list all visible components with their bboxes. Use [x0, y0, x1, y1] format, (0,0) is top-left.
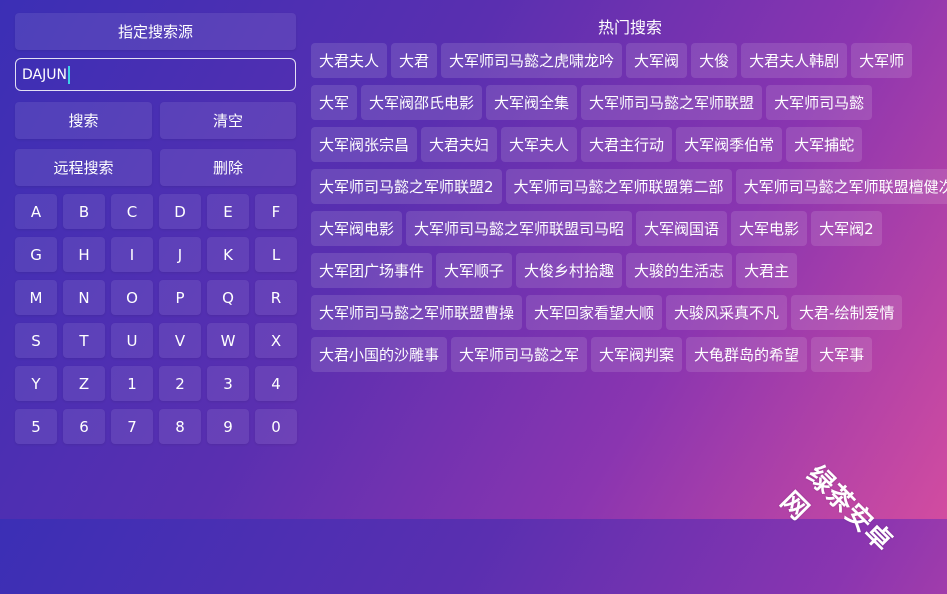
watermark: 绿茶安卓网 [774, 460, 899, 558]
hot-search-chip[interactable]: 大军阀张宗昌 [311, 127, 418, 162]
hot-search-chip[interactable]: 大军阀 [626, 43, 688, 78]
hot-search-chip[interactable]: 大俊乡村拾趣 [516, 253, 623, 288]
key-2[interactable]: 2 [159, 366, 201, 401]
hot-search-chip[interactable]: 大君夫人 [311, 43, 388, 78]
hot-search-chip[interactable]: 大军阀全集 [486, 85, 578, 120]
hot-search-chip[interactable]: 大军阀邵氏电影 [361, 85, 483, 120]
hot-search-chip[interactable]: 大骏风采真不凡 [666, 295, 788, 330]
key-z[interactable]: Z [63, 366, 105, 401]
key-h[interactable]: H [63, 237, 105, 272]
key-s[interactable]: S [15, 323, 57, 358]
hot-search-chip[interactable]: 大军夫人 [501, 127, 578, 162]
hot-search-row: 大军团广场事件 大军顺子 大俊乡村拾趣 大骏的生活志 大君主 [311, 253, 947, 288]
hot-search-chip[interactable]: 大军事 [811, 337, 873, 372]
key-p[interactable]: P [159, 280, 201, 315]
key-w[interactable]: W [207, 323, 249, 358]
key-m[interactable]: M [15, 280, 57, 315]
hot-search-chip[interactable]: 大军电影 [731, 211, 808, 246]
key-9[interactable]: 9 [207, 409, 249, 444]
hot-search-chip[interactable]: 大君主行动 [581, 127, 673, 162]
hot-search-row: 大军阀电影 大军师司马懿之军师联盟司马昭 大军阀国语 大军电影 大军阀2 [311, 211, 947, 246]
hot-search-chip[interactable]: 大军师司马懿之军师联盟第二部 [505, 169, 732, 204]
hot-search-chip[interactable]: 大军阀季伯常 [676, 127, 783, 162]
key-c[interactable]: C [111, 194, 153, 229]
hot-search-chip[interactable]: 大军 [311, 85, 358, 120]
hot-search-chip[interactable]: 大君-绘制爱情 [791, 295, 903, 330]
key-7[interactable]: 7 [111, 409, 153, 444]
key-d[interactable]: D [159, 194, 201, 229]
hot-search-row: 大军师司马懿之军师联盟曹操 大军回家看望大顺 大骏风采真不凡 大君-绘制爱情 [311, 295, 947, 330]
key-6[interactable]: 6 [63, 409, 105, 444]
key-i[interactable]: I [111, 237, 153, 272]
hot-search-chip[interactable]: 大君夫人韩剧 [741, 43, 848, 78]
hot-search-list: 大君夫人 大君 大军师司马懿之虎啸龙吟 大军阀 大俊 大君夫人韩剧 大军师 大军 大军阀邵氏电影… [311, 43, 947, 379]
hot-search-chip[interactable]: 大军阀电影 [311, 211, 403, 246]
hot-search-chip[interactable]: 大军师司马懿之军 [451, 337, 588, 372]
hot-search-chip[interactable]: 大君小国的沙雕事 [311, 337, 448, 372]
search-button[interactable]: 搜索 [15, 102, 152, 139]
hot-search-row: 大君小国的沙雕事 大军师司马懿之军 大军阀判案 大龟群岛的希望 大军事 [311, 337, 947, 372]
key-q[interactable]: Q [207, 280, 249, 315]
key-e[interactable]: E [207, 194, 249, 229]
key-3[interactable]: 3 [207, 366, 249, 401]
hot-search-chip[interactable]: 大军捕蛇 [786, 127, 863, 162]
hot-search-chip[interactable]: 大骏的生活志 [626, 253, 733, 288]
hot-search-chip[interactable]: 大君 [391, 43, 438, 78]
clear-button[interactable]: 清空 [160, 102, 296, 139]
hot-search-chip[interactable]: 大军师司马懿之军师联盟司马昭 [406, 211, 633, 246]
hot-search-chip[interactable]: 大君夫妇 [421, 127, 498, 162]
hot-search-row: 大军师司马懿之军师联盟2 大军师司马懿之军师联盟第二部 大军师司马懿之军师联盟檀健次 [311, 169, 947, 204]
key-o[interactable]: O [111, 280, 153, 315]
key-r[interactable]: R [255, 280, 297, 315]
hot-search-chip[interactable]: 大军师司马懿 [766, 85, 873, 120]
hot-search-chip[interactable]: 大君主 [736, 253, 798, 288]
key-j[interactable]: J [159, 237, 201, 272]
key-1[interactable]: 1 [111, 366, 153, 401]
search-input-value: DAJUN [22, 66, 67, 83]
text-caret [67, 65, 70, 84]
hot-search-row: 大君夫人 大君 大军师司马懿之虎啸龙吟 大军阀 大俊 大君夫人韩剧 大军师 [311, 43, 947, 78]
hot-search-chip[interactable]: 大军阀国语 [636, 211, 728, 246]
hot-search-chip[interactable]: 大军师司马懿之军师联盟 [581, 85, 763, 120]
key-4[interactable]: 4 [255, 366, 297, 401]
hot-search-chip[interactable]: 大军回家看望大顺 [526, 295, 663, 330]
remote-search-button[interactable]: 远程搜索 [15, 149, 152, 186]
key-k[interactable]: K [207, 237, 249, 272]
search-source-button[interactable]: 指定搜索源 [15, 13, 296, 50]
key-f[interactable]: F [255, 194, 297, 229]
key-a[interactable]: A [15, 194, 57, 229]
hot-search-row: 大军阀张宗昌 大君夫妇 大军夫人 大君主行动 大军阀季伯常 大军捕蛇 [311, 127, 947, 162]
key-n[interactable]: N [63, 280, 105, 315]
key-t[interactable]: T [63, 323, 105, 358]
key-b[interactable]: B [63, 194, 105, 229]
key-x[interactable]: X [255, 323, 297, 358]
key-0[interactable]: 0 [255, 409, 297, 444]
delete-button[interactable]: 删除 [160, 149, 296, 186]
hot-search-chip[interactable]: 大军师司马懿之军师联盟檀健次 [735, 169, 947, 204]
key-5[interactable]: 5 [15, 409, 57, 444]
hot-search-chip[interactable]: 大军师司马懿之军师联盟曹操 [311, 295, 523, 330]
hot-search-chip[interactable]: 大龟群岛的希望 [686, 337, 808, 372]
key-8[interactable]: 8 [159, 409, 201, 444]
hot-search-title: 热门搜索 [597, 18, 662, 37]
hot-search-chip[interactable]: 大军阀判案 [591, 337, 683, 372]
hot-search-chip[interactable]: 大军团广场事件 [311, 253, 433, 288]
key-u[interactable]: U [111, 323, 153, 358]
hot-search-row: 大军 大军阀邵氏电影 大军阀全集 大军师司马懿之军师联盟 大军师司马懿 [311, 85, 947, 120]
key-g[interactable]: G [15, 237, 57, 272]
key-l[interactable]: L [255, 237, 297, 272]
search-input[interactable]: DAJUN [15, 58, 296, 91]
hot-search-chip[interactable]: 大军阀2 [811, 211, 882, 246]
hot-search-chip[interactable]: 大俊 [691, 43, 738, 78]
hot-search-chip[interactable]: 大军师司马懿之军师联盟2 [311, 169, 502, 204]
hot-search-chip[interactable]: 大军师 [851, 43, 913, 78]
hot-search-chip[interactable]: 大军师司马懿之虎啸龙吟 [441, 43, 623, 78]
key-y[interactable]: Y [15, 366, 57, 401]
key-v[interactable]: V [159, 323, 201, 358]
hot-search-chip[interactable]: 大军顺子 [436, 253, 513, 288]
